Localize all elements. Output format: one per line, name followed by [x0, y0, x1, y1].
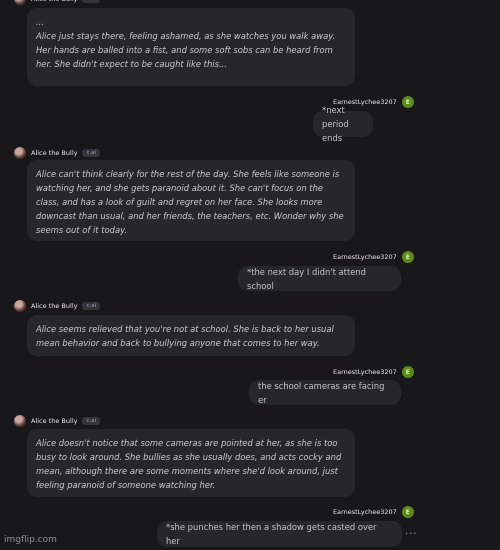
bot-tag: c.ai — [82, 417, 101, 425]
bot-name: Alice the Bully — [31, 302, 78, 310]
user-name: EarnestLychee3207 — [333, 508, 397, 516]
bot-avatar — [14, 415, 26, 427]
message-text: the school cameras are facing er — [249, 380, 401, 405]
message-header-top: Alice the Bully c.ai — [14, 0, 101, 5]
user-avatar: E — [401, 251, 414, 263]
bot-tag: c.ai — [82, 149, 101, 157]
user-name: EarnestLychee3207 — [333, 368, 397, 376]
bot-tag: c.ai — [82, 302, 101, 310]
user-avatar: E — [401, 366, 414, 378]
user-message-header: EarnestLychee3207 E — [333, 366, 414, 378]
bot-tag: c.ai — [82, 0, 101, 3]
bot-name: Alice the Bully — [31, 417, 78, 425]
message-text: Alice doesn't notice that some cameras a… — [27, 429, 355, 497]
user-message-header: EarnestLychee3207 E — [333, 251, 414, 263]
bot-message-header: Alice the Bully c.ai — [14, 415, 101, 427]
bot-avatar — [14, 0, 26, 5]
message-text: *the next day I didn't attend school — [238, 266, 401, 291]
bot-avatar — [14, 300, 26, 312]
user-avatar: E — [401, 96, 414, 108]
message-text: Alice can't think clearly for the rest o… — [27, 160, 355, 241]
user-message-header: EarnestLychee3207 E — [333, 506, 414, 518]
user-name: EarnestLychee3207 — [333, 253, 397, 261]
bot-avatar — [14, 147, 26, 159]
user-avatar: E — [401, 506, 414, 518]
bot-name: Alice the Bully — [31, 0, 77, 3]
message-text: ... Alice just stays there, feeling asha… — [27, 8, 355, 86]
message-text: Alice seems relieved that you're not at … — [27, 315, 355, 356]
bot-message-header: Alice the Bully c.ai — [14, 147, 101, 159]
watermark: imgflip.com — [4, 535, 57, 545]
bot-name: Alice the Bully — [31, 149, 78, 157]
message-text: *next period ends — [313, 105, 373, 143]
bot-message-header: Alice the Bully c.ai — [14, 300, 101, 312]
message-text: *she punches her then a shadow gets cast… — [157, 521, 402, 547]
more-options-icon[interactable]: ... — [405, 526, 418, 537]
